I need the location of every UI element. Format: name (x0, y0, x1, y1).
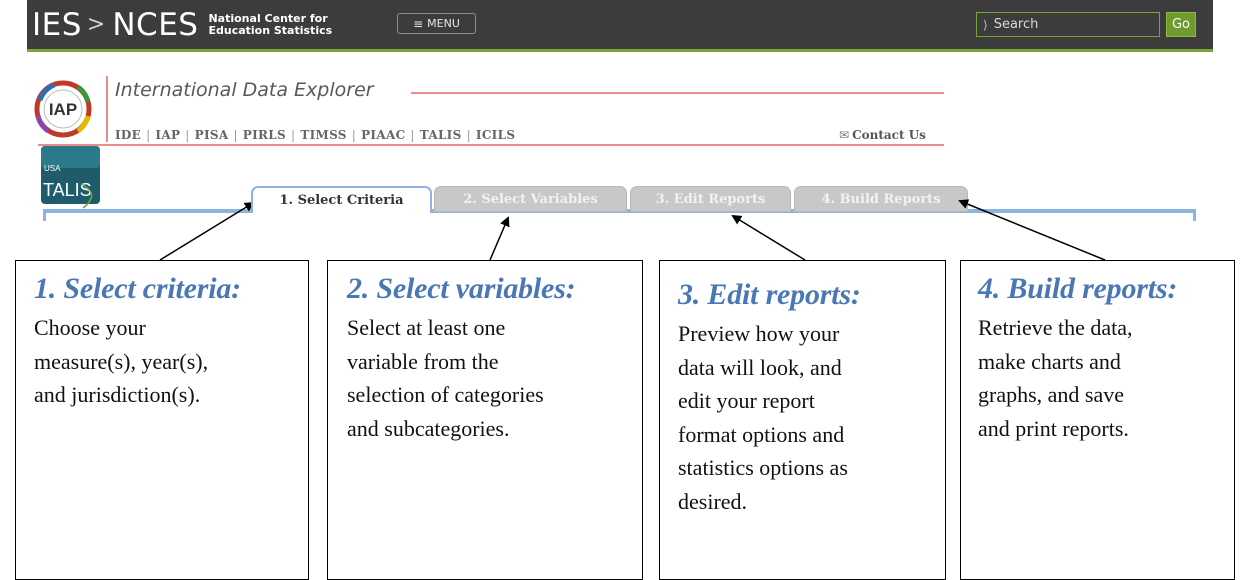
callout-line: data will look, and (678, 354, 842, 380)
tab-bar-right-edge (1193, 209, 1196, 221)
nav-link-talis[interactable]: TALIS (420, 128, 462, 142)
chevron-right-icon: ⟩ (983, 17, 988, 32)
callout-line: and print reports. (978, 415, 1129, 441)
nav-link-icils[interactable]: ICILS (476, 128, 515, 142)
callout-line: and jurisdiction(s). (34, 382, 201, 407)
callout-line: measure(s), year(s), (34, 348, 209, 374)
contact-us-label: Contact Us (852, 128, 926, 142)
tab-select-criteria[interactable]: 1. Select Criteria (251, 186, 432, 213)
iap-logo-text: IAP (49, 100, 77, 119)
brand-subtitle: National Center for Education Statistics (208, 13, 332, 37)
menu-button[interactable]: ≡ MENU (397, 13, 476, 34)
brand-subtitle-line2: Education Statistics (208, 24, 333, 37)
callout-line: make charts and (978, 348, 1121, 374)
callout-line: and subcategories. (347, 415, 510, 441)
callout-edit-reports: 3. Edit reports: Preview how your data w… (659, 260, 946, 580)
callout-select-criteria: 1. Select criteria: Choose your measure(… (15, 260, 309, 580)
hamburger-icon: ≡ (413, 16, 424, 31)
callout-line: edit your report (678, 388, 815, 413)
nav-link-timss[interactable]: TIMSS (300, 128, 346, 142)
nav-link-ide[interactable]: IDE (115, 128, 141, 142)
tab-bar-left-edge (43, 209, 46, 221)
callout-line: Select at least one (347, 315, 506, 340)
callout-line: statistics options as (678, 455, 848, 480)
brand-ies: IES (32, 6, 82, 43)
callout-body: Preview how your data will look, and edi… (678, 317, 945, 518)
search-input[interactable]: ⟩ Search (976, 12, 1160, 37)
callout-line: format options and (678, 421, 845, 447)
header-vertical-divider (106, 76, 108, 142)
callout-line: graphs, and save (978, 382, 1125, 407)
callout-line: Choose your (34, 315, 146, 340)
callout-line: selection of categories (347, 382, 544, 407)
nav-link-pirls[interactable]: PIRLS (243, 128, 286, 142)
arrow-3 (731, 214, 806, 261)
go-button[interactable]: Go (1166, 12, 1196, 37)
page-title: International Data Explorer (115, 79, 374, 101)
callout-line: variable from the (347, 348, 499, 374)
callout-title: 1. Select criteria: (34, 272, 241, 305)
brand-separator: > (86, 12, 106, 37)
callout-title: 4. Build reports: (978, 272, 1178, 305)
talis-logo-name: TALIS (43, 180, 92, 200)
callout-build-reports: 4. Build reports: Retrieve the data, mak… (960, 260, 1235, 580)
callout-line: desired. (678, 488, 748, 514)
arrow-2 (489, 216, 510, 261)
callout-body: Retrieve the data, make charts and graph… (978, 311, 1234, 445)
header-divider (38, 144, 944, 146)
callout-select-variables: 2. Select variables: Select at least one… (327, 260, 643, 580)
contact-us-link[interactable]: ✉ Contact Us (839, 128, 926, 142)
envelope-icon: ✉ (839, 128, 850, 142)
brand-nces: NCES (112, 6, 199, 43)
callout-body: Choose your measure(s), year(s), and jur… (34, 311, 308, 412)
callout-body: Select at least one variable from the se… (347, 311, 642, 445)
callout-title: 3. Edit reports: (678, 278, 861, 311)
callout-title: 2. Select variables: (347, 272, 576, 305)
nav-link-iap[interactable]: IAP (155, 128, 180, 142)
nav-link-pisa[interactable]: PISA (195, 128, 229, 142)
talis-logo-country: USA (44, 164, 61, 173)
tab-edit-reports[interactable]: 3. Edit Reports (630, 186, 791, 212)
ies-nces-logo[interactable]: IES > NCES National Center for Education… (32, 4, 332, 46)
talis-logo: USA TALIS (41, 146, 100, 209)
tab-select-variables[interactable]: 2. Select Variables (434, 186, 627, 212)
callout-line: Preview how your (678, 321, 840, 346)
top-navigation-bar: IES > NCES National Center for Education… (27, 0, 1213, 52)
search-placeholder: Search (993, 17, 1039, 32)
callout-line: Retrieve the data, (978, 315, 1133, 340)
tab-build-reports[interactable]: 4. Build Reports (794, 186, 968, 212)
iap-logo[interactable]: IAP (34, 80, 98, 138)
nav-link-piaac[interactable]: PIAAC (361, 128, 405, 142)
assessment-nav: IDE | IAP | PISA | PIRLS | TIMSS | PIAAC | TALIS | ICI… (115, 128, 516, 142)
menu-label: MENU (427, 17, 460, 30)
title-divider (411, 92, 944, 94)
